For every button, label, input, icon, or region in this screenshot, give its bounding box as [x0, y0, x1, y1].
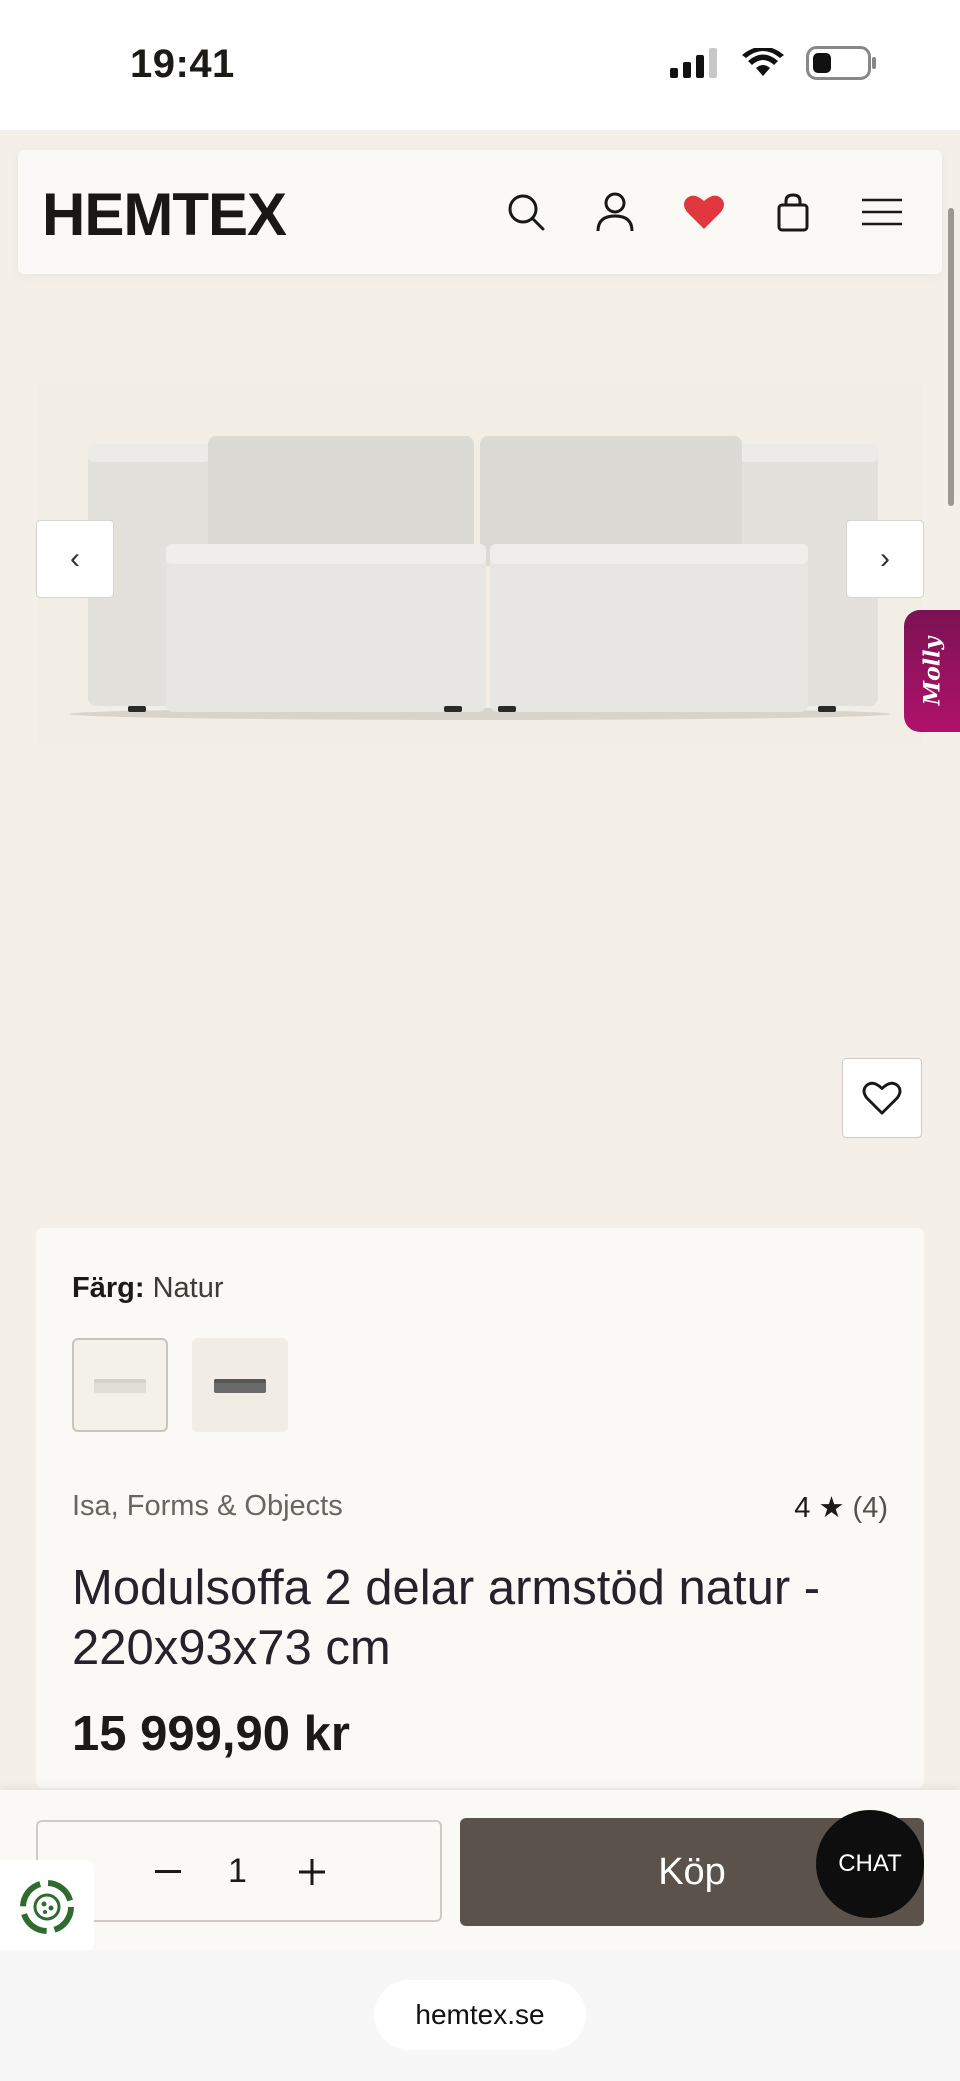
swatch-thumbnail-natur: [94, 1379, 146, 1393]
color-swatch-natur[interactable]: [72, 1338, 168, 1432]
wifi-icon: [742, 48, 784, 76]
chevron-left-icon: ‹: [70, 542, 80, 575]
product-price: 15 999,90 kr: [72, 1707, 350, 1761]
status-time: 19:41: [130, 42, 235, 86]
minus-icon: [155, 1870, 181, 1873]
molly-assistant-tab[interactable]: Molly: [904, 610, 960, 732]
product-rating[interactable]: 4 ★ (4): [794, 1490, 888, 1525]
product-brand[interactable]: Isa, Forms & Objects: [72, 1490, 343, 1523]
search-icon: [508, 194, 545, 231]
rating-value: 4 ★: [794, 1492, 845, 1524]
cart-button[interactable]: [767, 186, 819, 238]
molly-label: Molly: [919, 636, 945, 706]
color-swatch-grey[interactable]: [192, 1338, 288, 1432]
chat-button[interactable]: CHAT: [816, 1810, 924, 1918]
product-gallery: ‹ › Molly: [0, 274, 960, 1228]
shopping-bag-icon: [777, 193, 809, 232]
user-icon: [596, 192, 634, 232]
color-value: Natur: [152, 1272, 224, 1304]
hemtex-logo[interactable]: HEMTEX: [42, 180, 287, 249]
color-label: Färg:: [72, 1272, 145, 1304]
quantity-value[interactable]: 1: [228, 1852, 247, 1891]
menu-button[interactable]: [856, 186, 908, 238]
recycle-icon: [20, 1880, 74, 1934]
scrollbar[interactable]: [948, 208, 954, 506]
swatch-thumbnail-grey: [214, 1379, 266, 1393]
add-to-wishlist-button[interactable]: [842, 1058, 922, 1138]
plus-icon: [299, 1859, 325, 1885]
heart-filled-icon: [684, 195, 724, 229]
search-button[interactable]: [500, 186, 552, 238]
previous-image-button[interactable]: ‹: [36, 520, 114, 598]
color-selector-label: Färg: Natur: [72, 1272, 223, 1305]
favorites-button[interactable]: [678, 186, 730, 238]
product-image[interactable]: [38, 384, 922, 744]
status-bar: 19:41: [0, 0, 960, 130]
cellular-signal-icon: [670, 48, 717, 78]
heart-outline-icon: [862, 1081, 902, 1115]
product-title: Modulsoffa 2 delar armstöd natur - 220x9…: [72, 1561, 821, 1675]
url-bar[interactable]: hemtex.se: [374, 1980, 586, 2050]
chevron-right-icon: ›: [880, 542, 890, 575]
browser-bottom-bar: hemtex.se: [0, 1950, 960, 2081]
battery-icon: [806, 46, 876, 80]
product-info-card: Färg: Natur Isa, Forms & Objects 4 ★ (4)…: [36, 1228, 924, 1788]
next-image-button[interactable]: ›: [846, 520, 924, 598]
increase-quantity-button[interactable]: [286, 1846, 338, 1898]
hamburger-menu-icon: [862, 198, 902, 226]
site-header: HEMTEX: [18, 150, 942, 274]
status-icons: [670, 46, 878, 80]
account-button[interactable]: [589, 186, 641, 238]
quantity-stepper: 1: [36, 1820, 442, 1922]
rating-count: (4): [852, 1492, 888, 1524]
sofa-image: [70, 436, 890, 720]
decrease-quantity-button[interactable]: [142, 1846, 194, 1898]
eco-badge[interactable]: [0, 1860, 94, 1954]
